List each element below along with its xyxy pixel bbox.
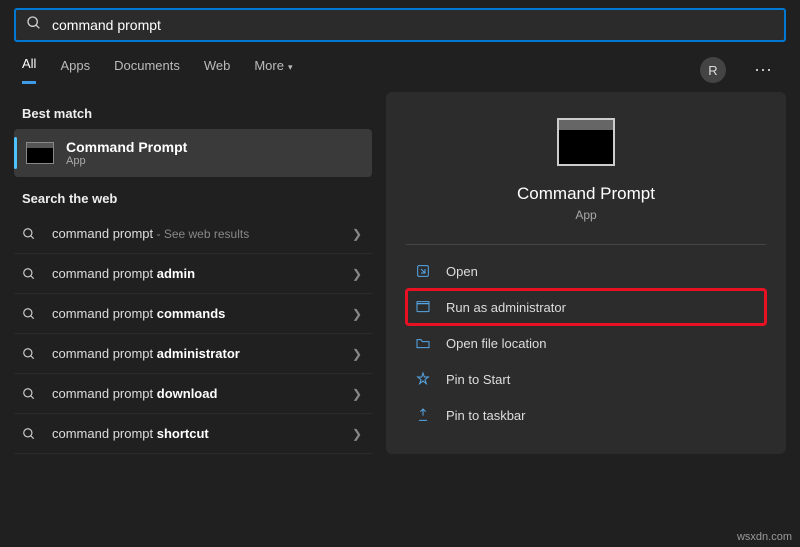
web-result-2[interactable]: command prompt commands ❯ [14,294,372,334]
chevron-down-icon: ▾ [288,62,293,72]
chevron-right-icon: ❯ [352,427,362,441]
tab-documents[interactable]: Documents [114,58,180,83]
action-label: Open file location [446,336,546,351]
tab-more[interactable]: More▾ [254,58,292,83]
web-result-3[interactable]: command prompt administrator ❯ [14,334,372,374]
action-open[interactable]: Open [406,253,766,289]
chevron-right-icon: ❯ [352,267,362,281]
search-icon [22,307,38,321]
action-run-as-administrator[interactable]: Run as administrator [406,289,766,325]
best-match-result[interactable]: Command Prompt App [14,129,372,177]
best-match-title: Command Prompt [66,139,187,155]
action-label: Pin to Start [446,372,510,387]
action-label: Open [446,264,478,279]
web-result-text: command prompt - See web results [52,226,352,241]
more-options-button[interactable]: ⋯ [750,60,778,81]
web-result-1[interactable]: command prompt admin ❯ [14,254,372,294]
action-pin-to-taskbar[interactable]: Pin to taskbar [406,397,766,433]
web-result-text: command prompt admin [52,266,352,281]
web-result-text: command prompt commands [52,306,352,321]
divider [406,244,766,245]
search-bar[interactable] [14,8,786,42]
pin-taskbar-icon [414,407,432,423]
tab-apps[interactable]: Apps [60,58,90,83]
action-pin-to-start[interactable]: Pin to Start [406,361,766,397]
web-result-4[interactable]: command prompt download ❯ [14,374,372,414]
web-result-0[interactable]: command prompt - See web results ❯ [14,214,372,254]
search-input[interactable] [52,17,774,33]
command-prompt-icon [26,142,54,164]
web-result-text: command prompt download [52,386,352,401]
search-icon [22,227,38,241]
action-label: Run as administrator [446,300,566,315]
best-match-subtitle: App [66,155,187,167]
web-result-text: command prompt administrator [52,346,352,361]
search-icon [26,15,42,36]
filter-tabs: All Apps Documents Web More▾ R ⋯ [0,42,800,84]
chevron-right-icon: ❯ [352,307,362,321]
chevron-right-icon: ❯ [352,227,362,241]
web-result-5[interactable]: command prompt shortcut ❯ [14,414,372,454]
preview-panel: Command Prompt App Open Run as administra… [386,92,786,454]
best-match-label: Best match [22,106,372,121]
preview-title: Command Prompt [517,184,655,204]
search-icon [22,267,38,281]
search-web-label: Search the web [22,191,372,206]
results-panel: Best match Command Prompt App Search the… [14,92,372,454]
chevron-right-icon: ❯ [352,347,362,361]
search-icon [22,347,38,361]
tab-all[interactable]: All [22,56,36,84]
search-icon [22,387,38,401]
folder-icon [414,335,432,351]
action-open-file-location[interactable]: Open file location [406,325,766,361]
search-icon [22,427,38,441]
admin-icon [414,299,432,315]
open-icon [414,263,432,279]
chevron-right-icon: ❯ [352,387,362,401]
action-label: Pin to taskbar [446,408,526,423]
preview-subtitle: App [575,208,596,222]
pin-start-icon [414,371,432,387]
preview-app-icon [557,118,615,166]
watermark: wsxdn.com [737,531,792,543]
web-result-text: command prompt shortcut [52,426,352,441]
avatar[interactable]: R [700,57,726,83]
tab-web[interactable]: Web [204,58,231,83]
